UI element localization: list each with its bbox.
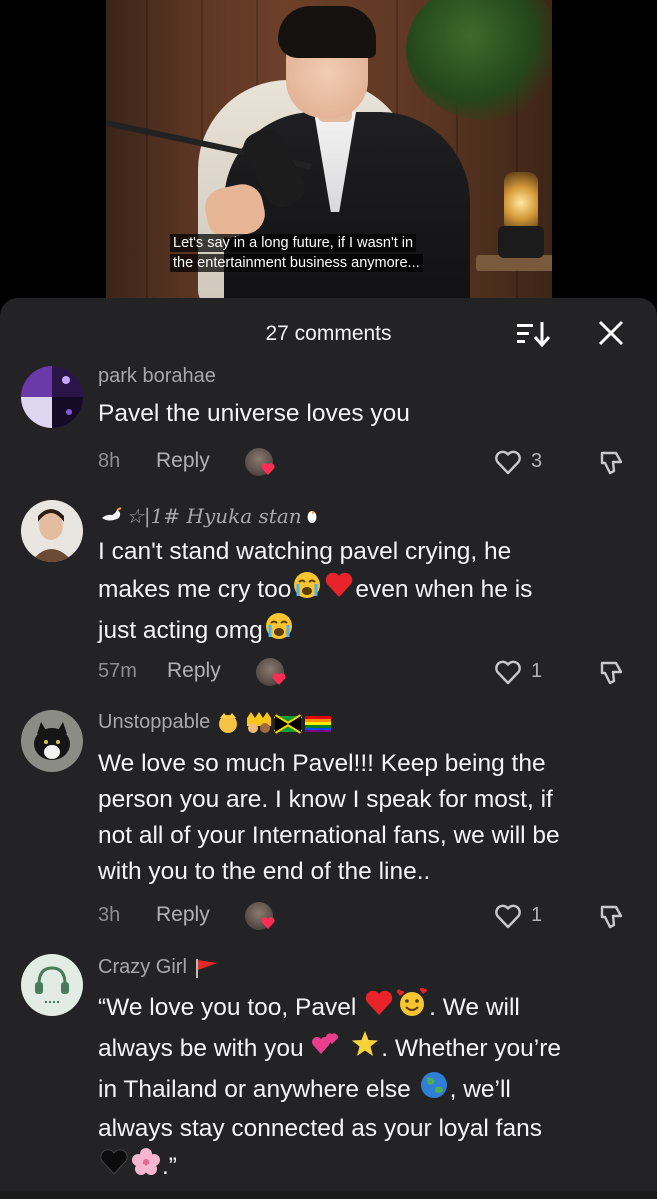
comment-text-segment: “We love you too, Pavel <box>98 993 357 1021</box>
penguin-icon <box>303 505 321 531</box>
dislike-icon[interactable] <box>598 449 628 477</box>
comment-username[interactable]: ☆|1# Hyuka stan <box>98 504 322 531</box>
comment-text-segment: makes me cry too <box>98 575 292 603</box>
comment-text-line: in Thailand or anywhere else , we’ll <box>98 1070 638 1111</box>
swan-icon <box>99 506 125 530</box>
red-heart-icon <box>324 571 354 610</box>
comment-text-segment: . We will <box>429 993 520 1021</box>
comment-username[interactable]: Unstoppable <box>98 711 334 734</box>
comment-text-line: Pavel the universe loves you <box>98 400 410 427</box>
glowing-star-icon <box>350 1029 380 1070</box>
username-text: Crazy Girl <box>98 956 187 978</box>
creator-liked-avatar <box>245 448 275 476</box>
comment-text-line: always be with you . Whether you’re <box>98 1029 638 1070</box>
two-hearts-icon <box>311 1030 341 1069</box>
comment-meta: 3h Reply 1 <box>98 902 638 932</box>
username-text: ☆|1# Hyuka stan <box>126 504 302 528</box>
comment-item: Unstoppable We love so much Pavel!!! Kee… <box>0 708 657 938</box>
comment-text-line: always stay connected as your loyal fans <box>98 1115 542 1142</box>
comment-text-segment: , we’ll <box>449 1075 511 1103</box>
comment-text-segment: just acting omg <box>98 616 263 644</box>
reply-button[interactable]: Reply <box>167 659 221 683</box>
comment-text-line: “We love you too, Pavel . We will <box>98 987 638 1029</box>
reply-button[interactable]: Reply <box>156 903 210 927</box>
comment-meta: 57m Reply 1 <box>98 658 638 688</box>
smiling-face-with-hearts-icon <box>396 987 428 1029</box>
comment-time: 8h <box>98 450 121 472</box>
comment-time: 3h <box>98 904 121 926</box>
comment-time: 57m <box>98 660 137 682</box>
comment-text-line: I can't stand watching pavel crying, he <box>98 538 512 565</box>
comment-text-line: just acting omg <box>98 611 638 652</box>
avatar[interactable] <box>21 954 83 1016</box>
comment-text-segment: . Whether you’re <box>381 1034 562 1062</box>
comments-sheet: 27 comments park borahae Pavel the unive… <box>0 298 657 1199</box>
creator-liked-avatar <box>256 658 286 686</box>
close-icon[interactable] <box>596 318 626 348</box>
username-text: Unstoppable <box>98 711 211 733</box>
comment-meta: 8h Reply 3 <box>98 448 638 478</box>
comment-text-line: person you are. I know I speak for most,… <box>98 786 553 813</box>
comment-text-line: with you to the end of the line.. <box>98 858 431 885</box>
creator-liked-avatar <box>245 902 275 930</box>
scroll-edge <box>0 1191 657 1199</box>
reply-button[interactable]: Reply <box>156 449 210 473</box>
like-count: 1 <box>531 904 543 926</box>
flags-icon <box>218 711 331 734</box>
like-icon[interactable] <box>494 902 522 930</box>
video-subtitle: Let's say in a long future, if I wasn't … <box>170 233 482 273</box>
loudly-crying-face-icon <box>264 611 294 652</box>
like-count: 3 <box>531 450 543 472</box>
heart-icon <box>272 673 286 685</box>
comment-text-line: We love so much Pavel!!! Keep being the <box>98 750 546 777</box>
comment-text-segment: always be with you <box>98 1034 304 1062</box>
comment-text: Pavel the universe loves you <box>98 396 638 432</box>
video-player[interactable]: Let's say in a long future, if I wasn't … <box>0 0 657 300</box>
black-heart-icon <box>99 1148 129 1187</box>
comment-username[interactable]: Crazy Girl <box>98 956 220 979</box>
comment-text: We love so much Pavel!!! Keep being the … <box>98 746 638 890</box>
comment-text-segment: even when he is <box>355 575 533 603</box>
heart-icon <box>261 917 275 929</box>
comment-text-segment: .” <box>162 1152 177 1180</box>
like-count: 1 <box>531 660 543 682</box>
red-heart-icon <box>364 989 394 1028</box>
dislike-icon[interactable] <box>598 659 628 687</box>
red-flag-icon <box>196 958 218 978</box>
comment-text: I can't stand watching pavel crying, he … <box>98 534 638 652</box>
subtitle-line-2: the entertainment business anymore... <box>170 254 423 272</box>
like-icon[interactable] <box>494 658 522 686</box>
avatar[interactable] <box>21 500 83 562</box>
comment-text-segment: in Thailand or anywhere else <box>98 1075 411 1103</box>
avatar[interactable] <box>21 710 83 772</box>
loudly-crying-face-icon <box>292 570 322 611</box>
dislike-icon[interactable] <box>598 903 628 931</box>
comment-text-line: makes me cry too even when he is <box>98 570 638 611</box>
heart-icon <box>261 463 275 475</box>
globe-icon <box>419 1070 449 1111</box>
comment-item: park borahae Pavel the universe loves yo… <box>0 364 657 494</box>
avatar[interactable] <box>21 366 83 428</box>
like-icon[interactable] <box>494 448 522 476</box>
comments-header: 27 comments <box>0 298 657 370</box>
comment-item: ☆|1# Hyuka stan I can't stand watching p… <box>0 496 657 696</box>
subtitle-line-1: Let's say in a long future, if I wasn't … <box>170 234 417 252</box>
comment-text-line: .” <box>98 1147 638 1188</box>
comment-count: 27 comments <box>265 322 392 345</box>
comment-item: Crazy Girl “We love you too, Pavel . We … <box>0 952 657 1192</box>
comment-text-line: not all of your International fans, we w… <box>98 822 560 849</box>
comment-username[interactable]: park borahae <box>98 365 216 388</box>
cherry-blossom-icon <box>131 1147 161 1188</box>
comment-text: “We love you too, Pavel . We will always… <box>98 987 638 1188</box>
sort-icon[interactable] <box>515 320 553 348</box>
